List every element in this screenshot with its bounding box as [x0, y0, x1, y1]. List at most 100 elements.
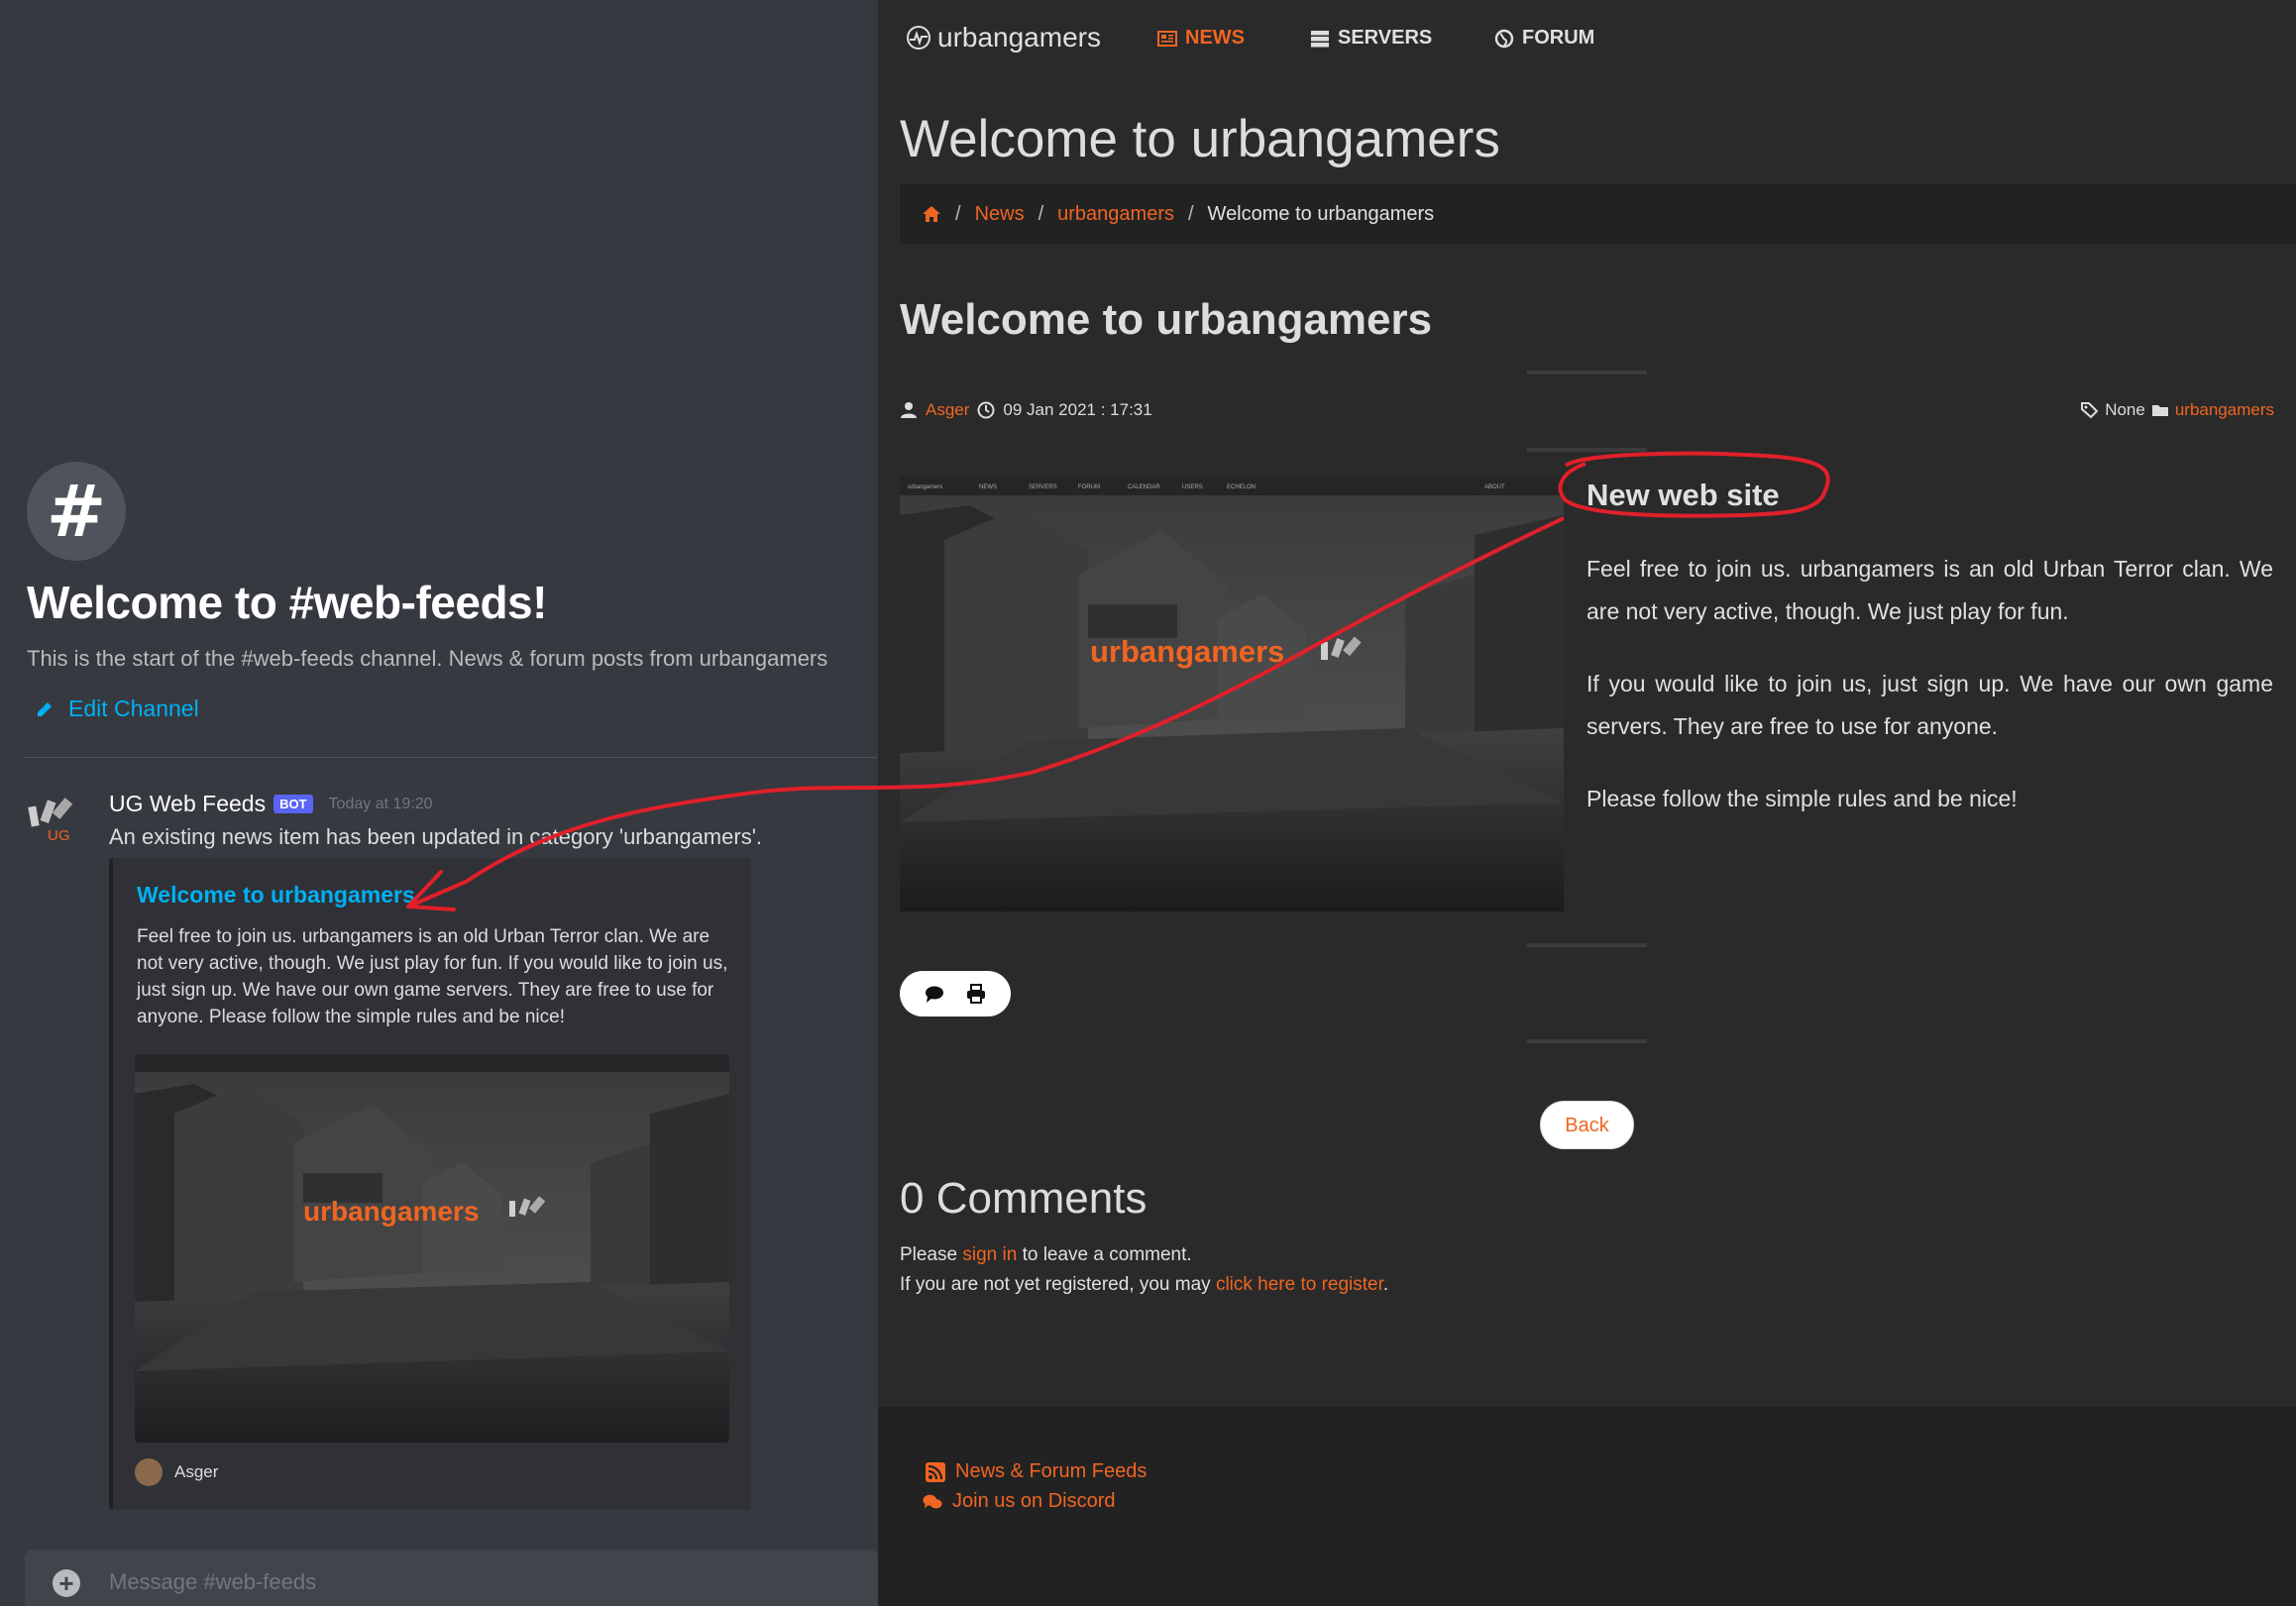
article-tags: None: [2105, 400, 2145, 419]
image-nav-item: ECHELON: [1227, 484, 1256, 490]
article-image[interactable]: urbangamers NEWS SERVERS FORUM CALENDAR …: [900, 476, 1564, 911]
print-icon[interactable]: [965, 983, 987, 1005]
author-avatar: [135, 1458, 163, 1486]
article-tags-meta: None urbangamers: [2081, 400, 2274, 420]
sign-in-link[interactable]: sign in: [962, 1244, 1017, 1265]
scene-image: urbangamers: [135, 1054, 729, 1443]
edit-channel-label: Edit Channel: [68, 696, 199, 721]
home-icon[interactable]: [922, 204, 941, 224]
nav-news[interactable]: NEWS: [1157, 27, 1245, 50]
image-nav-item: CALENDAR: [1128, 484, 1160, 490]
comments-signin-line: Please sign in to leave a comment.: [900, 1244, 1192, 1266]
article-paragraph: If you would like to join us, just sign …: [1586, 671, 2273, 739]
nav-forum[interactable]: FORUM: [1494, 27, 1594, 50]
bot-badge: BOT: [273, 795, 313, 813]
tags-icon: [2081, 402, 2099, 419]
embed-title-link[interactable]: Welcome to urbangamers: [137, 882, 415, 909]
feeds-link-label: News & Forum Feeds: [955, 1460, 1148, 1482]
message-input-box[interactable]: + Message #web-feeds: [25, 1550, 878, 1606]
back-button[interactable]: Back: [1540, 1101, 1634, 1149]
page-title: Welcome to urbangamers: [900, 110, 1500, 168]
link-embed: Welcome to urbangamers Feel free to join…: [109, 858, 751, 1510]
divider: [1527, 1039, 1647, 1043]
register-link[interactable]: click here to register: [1216, 1274, 1383, 1295]
image-logo-text: urbangamers: [303, 1196, 479, 1227]
article-actions: [900, 971, 1011, 1017]
site-footer: News & Forum Feeds Join us on Discord: [878, 1407, 2296, 1606]
article-body: Feel free to join us. urbangamers is an …: [1586, 548, 2273, 850]
comments-text: Please: [900, 1244, 963, 1265]
comments-title: 0 Comments: [900, 1174, 1148, 1223]
breadcrumb-category[interactable]: urbangamers: [1057, 203, 1174, 226]
article-paragraph: Please follow the simple rules and be ni…: [1586, 786, 2018, 811]
message-text: An existing news item has been updated i…: [109, 824, 763, 849]
add-attachment-icon[interactable]: +: [53, 1569, 80, 1597]
bot-avatar[interactable]: UG: [28, 793, 85, 850]
breadcrumb-separator: /: [1038, 202, 1044, 225]
image-nav-item: SERVERS: [1029, 484, 1057, 490]
nav-servers-label: SERVERS: [1338, 27, 1433, 49]
avatar-label: UG: [48, 827, 70, 844]
newspaper-icon: [1157, 30, 1177, 47]
image-nav-item: NEWS: [979, 484, 997, 490]
breadcrumb: / News / urbangamers / Welcome to urbang…: [900, 184, 2296, 244]
article-heading: New web site: [1586, 478, 1780, 512]
image-nav-item: USERS: [1182, 484, 1203, 490]
nav-servers[interactable]: SERVERS: [1310, 27, 1432, 50]
user-icon: [901, 402, 917, 418]
embed-footer: Asger: [135, 1458, 218, 1486]
embed-description: Feel free to join us. urbangamers is an …: [137, 926, 728, 1027]
image-nav-item: ABOUT: [1484, 484, 1505, 490]
breadcrumb-separator: /: [955, 202, 961, 225]
website-pane: urbangamers NEWS SERVERS FORUM Welcome t…: [878, 0, 2296, 1606]
embed-footer-author: Asger: [174, 1462, 219, 1481]
article-meta: Asger 09 Jan 2021 : 17:31: [900, 400, 1152, 420]
divider: [1527, 943, 1647, 947]
article-category-link[interactable]: urbangamers: [2175, 400, 2274, 420]
rss-icon: [926, 1461, 945, 1482]
edit-channel-link[interactable]: Edit Channel: [35, 696, 199, 722]
message-input-placeholder[interactable]: Message #web-feeds: [109, 1569, 316, 1595]
channel-description: This is the start of the #web-feeds chan…: [27, 646, 828, 671]
comments-text: .: [1382, 1274, 1389, 1295]
chat-bubbles-icon: [923, 1494, 942, 1509]
image-nav-brand: urbangamers: [908, 484, 942, 490]
breadcrumb-current: Welcome to urbangamers: [1207, 202, 1435, 225]
image-logo-text: urbangamers: [1090, 634, 1284, 669]
comments-text: to leave a comment.: [1017, 1244, 1192, 1265]
channel-hash-icon: #: [27, 462, 126, 561]
message-timestamp: Today at 19:20: [328, 795, 433, 812]
divider: [1527, 448, 1647, 452]
article-author-link[interactable]: Asger: [926, 400, 969, 420]
article-date: 09 Jan 2021 : 17:31: [1003, 400, 1152, 419]
image-nav-item: FORUM: [1078, 484, 1100, 490]
folder-icon: [2151, 405, 2168, 416]
feeds-link[interactable]: News & Forum Feeds: [926, 1460, 1147, 1483]
comment-icon[interactable]: [924, 983, 945, 1005]
pulse-logo-icon: [907, 26, 930, 50]
pencil-icon: [38, 701, 52, 716]
comments-register-line: If you are not yet registered, you may c…: [900, 1274, 1388, 1296]
divider: [1527, 371, 1647, 375]
discord-link[interactable]: Join us on Discord: [923, 1490, 1116, 1513]
nav-news-label: NEWS: [1185, 27, 1245, 49]
discord-channel-pane: # Welcome to #web-feeds! This is the sta…: [0, 0, 878, 1606]
top-navbar: urbangamers NEWS SERVERS FORUM: [878, 0, 2296, 77]
brand-link[interactable]: urbangamers: [906, 22, 1101, 54]
article-paragraph: Feel free to join us. urbangamers is an …: [1586, 556, 2273, 624]
breadcrumb-separator: /: [1187, 202, 1194, 225]
nav-forum-label: FORUM: [1522, 27, 1595, 49]
clock-icon: [977, 401, 995, 419]
comments-text: If you are not yet registered, you may: [900, 1274, 1216, 1295]
embed-image[interactable]: urbangamers: [135, 1054, 729, 1443]
article-title: Welcome to urbangamers: [900, 295, 1433, 344]
discord-link-label: Join us on Discord: [952, 1490, 1116, 1512]
scene-image: urbangamers NEWS SERVERS FORUM CALENDAR …: [900, 476, 1564, 911]
brand-name: urbangamers: [937, 22, 1101, 53]
breadcrumb-news[interactable]: News: [975, 203, 1025, 226]
globe-icon: [1494, 29, 1514, 48]
divider: [25, 757, 877, 758]
message-author[interactable]: UG Web Feeds: [109, 791, 266, 817]
message-header: UG Web Feeds BOT Today at 19:20: [109, 791, 433, 817]
channel-welcome-title: Welcome to #web-feeds!: [27, 577, 547, 628]
